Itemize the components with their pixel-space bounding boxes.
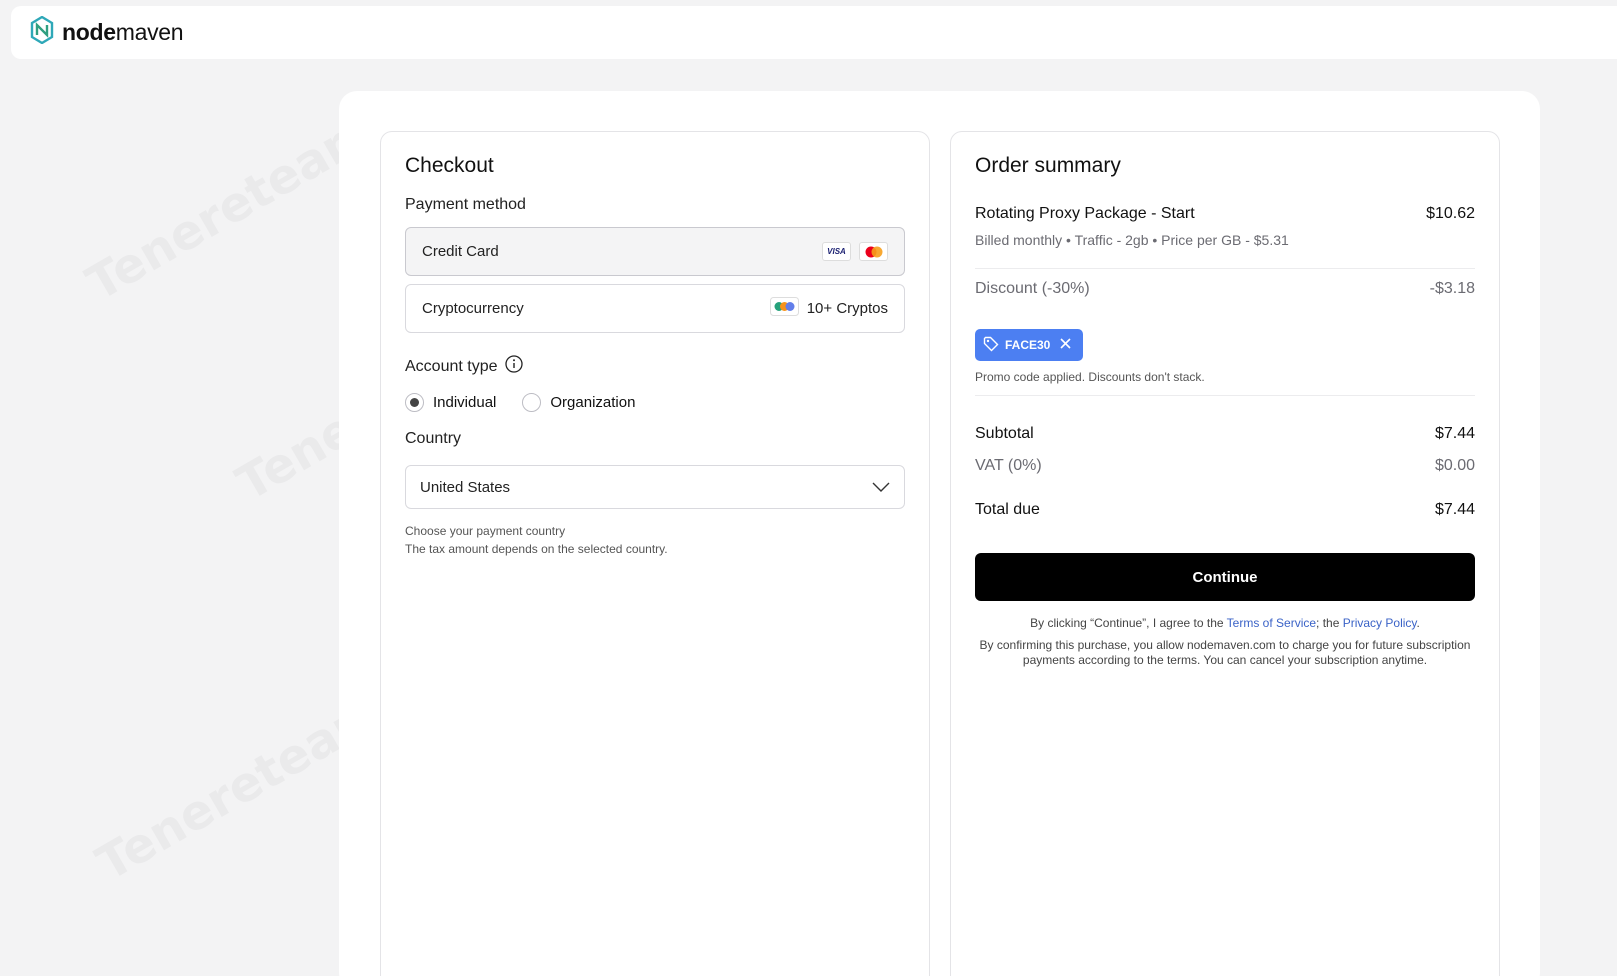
account-type-heading: Account type — [405, 355, 523, 378]
total-label: Total due — [975, 501, 1040, 518]
organization-label[interactable]: Organization — [550, 394, 635, 411]
country-value: United States — [420, 478, 511, 496]
subtotal-label: Subtotal — [975, 425, 1034, 442]
subtotal-row: Subtotal $7.44 — [975, 425, 1475, 443]
account-type-label: Account type — [405, 357, 498, 375]
vat-row: VAT (0%) $0.00 — [975, 457, 1475, 475]
credit-card-label: Credit Card — [422, 243, 499, 260]
total-row: Total due $7.44 — [975, 501, 1475, 519]
divider — [975, 395, 1475, 396]
account-type-group: Individual Organization — [405, 393, 635, 412]
organization-radio[interactable] — [522, 393, 542, 412]
product-name: Rotating Proxy Package - Start — [975, 205, 1195, 222]
tag-icon — [983, 336, 999, 355]
product-price: $10.62 — [1426, 205, 1475, 222]
mastercard-icon — [859, 242, 888, 261]
product-row: Rotating Proxy Package - Start $10.62 — [975, 205, 1475, 223]
country-select[interactable]: United States — [405, 465, 905, 509]
watermark: Tenereteam — [77, 104, 382, 312]
continue-button[interactable]: Continue — [975, 553, 1475, 601]
country-label: Country — [405, 430, 462, 447]
checkout-panel: Checkout Payment method Credit Card VISA… — [380, 131, 930, 976]
discount-row: Discount (-30%) -$3.18 — [975, 280, 1475, 298]
visa-icon: VISA — [822, 242, 851, 261]
total-value: $7.44 — [1434, 501, 1475, 518]
order-summary-panel: Order summary Rotating Proxy Package - S… — [950, 131, 1500, 976]
vat-value: $0.00 — [1434, 457, 1475, 474]
individual-radio[interactable] — [405, 393, 424, 412]
remove-promo-icon[interactable] — [1060, 338, 1071, 352]
privacy-policy-link[interactable]: Privacy Policy — [1343, 616, 1417, 630]
promo-code: FACE30 — [1005, 338, 1051, 352]
info-icon[interactable] — [504, 355, 523, 378]
divider — [975, 268, 1475, 269]
subscription-notice: By confirming this purchase, you allow n… — [979, 638, 1471, 667]
order-summary-title: Order summary — [975, 154, 1121, 177]
brand-logo[interactable]: nodemaven — [30, 15, 184, 49]
terms-notice: By clicking “Continue”, I agree to the T… — [1030, 616, 1420, 630]
country-hint: Choose your payment country — [405, 524, 566, 538]
subtotal-value: $7.44 — [1434, 425, 1475, 442]
product-details-row: Billed monthly • Traffic - 2gb • Price p… — [975, 232, 1475, 248]
nodemaven-logo-icon — [30, 15, 54, 49]
tax-hint: The tax amount depends on the selected c… — [405, 542, 668, 556]
terms-of-service-link[interactable]: Terms of Service — [1227, 616, 1316, 630]
individual-label[interactable]: Individual — [433, 394, 496, 411]
credit-card-option[interactable]: Credit Card VISA — [405, 227, 905, 276]
cryptocurrency-option[interactable]: Cryptocurrency 10+ Cryptos — [405, 284, 905, 333]
payment-method-label: Payment method — [405, 196, 526, 213]
crypto-coins-icon — [769, 297, 799, 320]
checkout-title: Checkout — [405, 154, 494, 177]
promo-note: Promo code applied. Discounts don't stac… — [975, 370, 1205, 384]
top-bar: nodemaven — [11, 6, 1617, 59]
discount-label: Discount (-30%) — [975, 280, 1090, 297]
cryptocurrency-label: Cryptocurrency — [422, 300, 524, 317]
brand-wordmark: nodemaven — [62, 19, 184, 45]
chevron-down-icon — [872, 479, 890, 496]
discount-value: -$3.18 — [1429, 280, 1475, 297]
promo-code-chip: FACE30 — [975, 329, 1083, 361]
vat-label: VAT (0%) — [975, 457, 1042, 474]
crypto-count-label: 10+ Cryptos — [806, 300, 888, 317]
product-details: Billed monthly • Traffic - 2gb • Price p… — [975, 232, 1289, 248]
